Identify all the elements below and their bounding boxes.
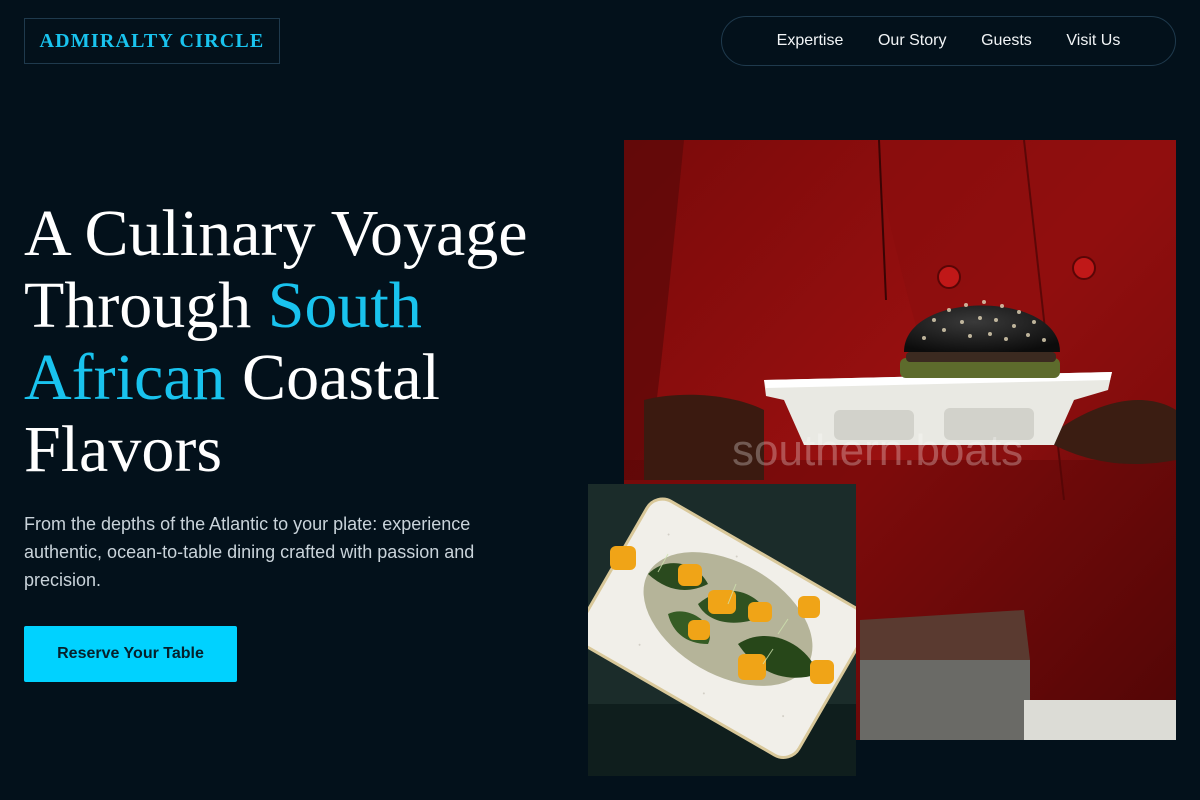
nav-link-expertise[interactable]: Expertise <box>777 32 844 50</box>
nav-link-our-story[interactable]: Our Story <box>878 32 946 50</box>
nav-link-guests[interactable]: Guests <box>981 32 1032 50</box>
page: ADMIRALTY CIRCLE Expertise Our Story Gue… <box>0 0 1200 800</box>
main-nav: Expertise Our Story Guests Visit Us <box>721 16 1176 66</box>
reserve-table-button[interactable]: Reserve Your Table <box>24 626 237 682</box>
plated-dish-illustration <box>588 484 856 776</box>
watermark-text: southern.boats <box>732 426 1023 475</box>
hero-headline: A Culinary Voyage Through South African … <box>24 198 604 486</box>
hero-subtext: From the depths of the Atlantic to your … <box>24 514 475 590</box>
brand-logo[interactable]: ADMIRALTY CIRCLE <box>24 18 280 64</box>
nav-link-visit-us[interactable]: Visit Us <box>1066 32 1120 50</box>
plated-dish-photo <box>588 484 856 776</box>
